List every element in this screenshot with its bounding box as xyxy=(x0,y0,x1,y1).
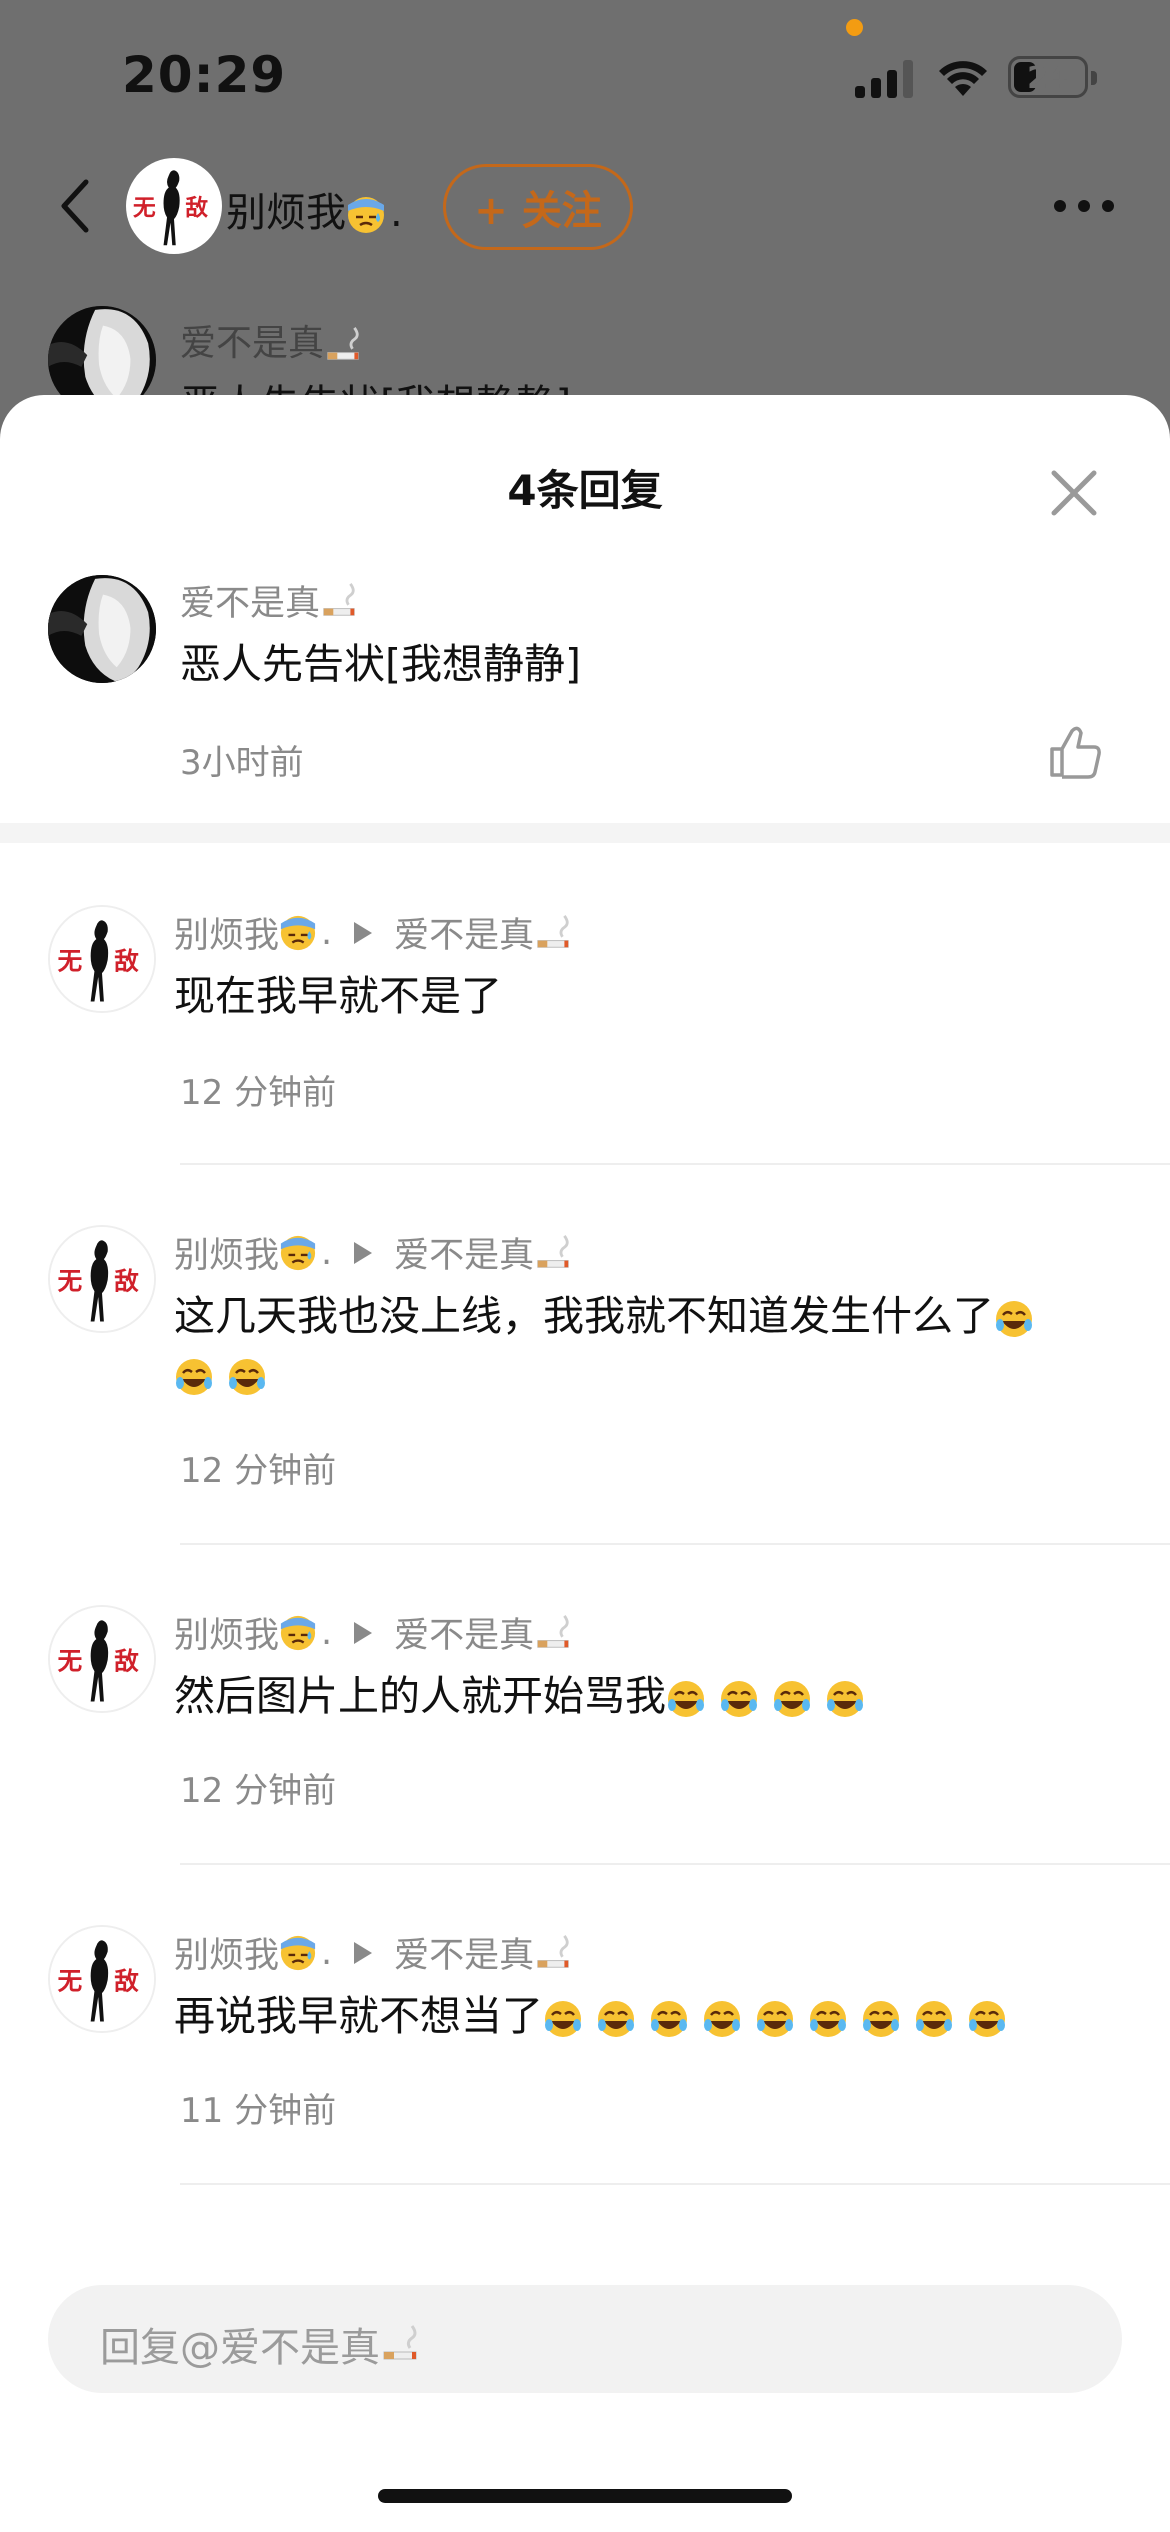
reply-from-user[interactable]: 别烦我 xyxy=(174,907,279,958)
laugh-emoji-icon xyxy=(702,1999,742,2039)
cigarette-emoji-icon xyxy=(324,326,362,364)
laugh-emoji-icon xyxy=(994,1299,1034,1339)
reply-to-user[interactable]: 爱不是真 xyxy=(394,1607,534,1658)
cigarette-emoji-icon xyxy=(380,2324,420,2364)
reply-text: 这几天我也没上线，我我就不知道发生什么了 xyxy=(174,1287,1094,1403)
back-icon[interactable] xyxy=(56,178,96,234)
parent-comment-avatar[interactable] xyxy=(48,575,156,683)
status-time: 20:29 xyxy=(122,46,287,104)
more-icon[interactable] xyxy=(1054,200,1114,214)
follow-button[interactable]: + 关注 xyxy=(443,164,633,250)
reply-arrow-icon xyxy=(354,1941,373,1964)
parent-comment-time: 3小时前 xyxy=(180,743,304,783)
section-separator xyxy=(0,823,1170,843)
laugh-emoji-icon xyxy=(967,1999,1007,2039)
reply-time: 12 分钟前 xyxy=(180,1073,337,1113)
laugh-emoji-icon xyxy=(666,1679,706,1719)
laugh-emoji-icon xyxy=(174,1357,214,1397)
reply-avatar[interactable] xyxy=(48,1605,156,1713)
laugh-emoji-icon xyxy=(543,1999,583,2039)
sweat-emoji-icon xyxy=(279,1614,317,1652)
laugh-emoji-icon xyxy=(861,1999,901,2039)
reply-avatar[interactable] xyxy=(48,905,156,1013)
reply-from-user[interactable]: 别烦我 xyxy=(174,1227,279,1278)
close-icon[interactable] xyxy=(1048,467,1100,519)
reply-arrow-icon xyxy=(354,1621,373,1644)
reply-header: 别烦我. 爱不是真 xyxy=(174,907,572,958)
battery-icon: 24 xyxy=(1008,56,1097,98)
laugh-emoji-icon xyxy=(227,1357,267,1397)
sweat-emoji-icon xyxy=(279,1934,317,1972)
reply-avatar[interactable] xyxy=(48,1225,156,1333)
cigarette-emoji-icon xyxy=(534,1614,572,1652)
reply-header: 别烦我. 爱不是真 xyxy=(174,1927,572,1978)
divider xyxy=(180,1863,1170,1865)
reply-text: 然后图片上的人就开始骂我 xyxy=(174,1667,865,1725)
cigarette-emoji-icon xyxy=(320,582,358,620)
reply-time: 12 分钟前 xyxy=(180,1771,337,1811)
laugh-emoji-icon xyxy=(825,1679,865,1719)
reply-from-user[interactable]: 别烦我 xyxy=(174,1607,279,1658)
cigarette-emoji-icon xyxy=(534,1234,572,1272)
divider xyxy=(180,1543,1170,1545)
reply-arrow-icon xyxy=(354,1241,373,1264)
reply-arrow-icon xyxy=(354,921,373,944)
laugh-emoji-icon xyxy=(719,1679,759,1719)
reply-text: 现在我早就不是了 xyxy=(174,972,502,1020)
background-page: 20:29 24 别烦我. + 关注 爱不是真 恶人先告状[我想静静] xyxy=(0,0,1170,428)
author-avatar[interactable] xyxy=(126,158,222,254)
reply-to-user[interactable]: 爱不是真 xyxy=(394,1227,534,1278)
battery-level: 24 xyxy=(1027,61,1069,96)
cellular-signal-icon xyxy=(855,58,917,98)
divider xyxy=(180,2183,1170,2185)
parent-comment-text: 恶人先告状[我想静静] xyxy=(180,640,581,688)
sweat-emoji-icon xyxy=(346,195,386,235)
laugh-emoji-icon xyxy=(808,1999,848,2039)
reply-avatar[interactable] xyxy=(48,1925,156,2033)
reply-input[interactable]: 回复@爱不是真 xyxy=(48,2285,1122,2393)
laugh-emoji-icon xyxy=(755,1999,795,2039)
reply-from-user[interactable]: 别烦我 xyxy=(174,1927,279,1978)
laugh-emoji-icon xyxy=(772,1679,812,1719)
laugh-emoji-icon xyxy=(649,1999,689,2039)
reply-text: 再说我早就不想当了 xyxy=(174,1987,1007,2045)
divider xyxy=(180,1163,1170,1165)
sweat-emoji-icon xyxy=(279,914,317,952)
cigarette-emoji-icon xyxy=(534,914,572,952)
like-icon[interactable] xyxy=(1048,725,1104,779)
reply-header: 别烦我. 爱不是真 xyxy=(174,1607,572,1658)
sheet-title: 4条回复 xyxy=(507,466,663,515)
author-name[interactable]: 别烦我. xyxy=(226,180,403,238)
parent-comment-user[interactable]: 爱不是真 xyxy=(180,575,358,626)
sweat-emoji-icon xyxy=(279,1234,317,1272)
wifi-icon xyxy=(939,61,987,96)
cigarette-emoji-icon xyxy=(534,1934,572,1972)
reply-time: 11 分钟前 xyxy=(180,2091,337,2131)
replies-sheet: 4条回复 爱不是真 恶人先告状[我想静静] 3小时前 别烦我. 爱不是真 现在我… xyxy=(0,395,1170,2532)
reply-time: 12 分钟前 xyxy=(180,1451,337,1491)
home-indicator[interactable] xyxy=(378,2489,792,2503)
reply-input-placeholder: 回复@爱不是真 xyxy=(100,2315,420,2373)
laugh-emoji-icon xyxy=(914,1999,954,2039)
laugh-emoji-icon xyxy=(596,1999,636,2039)
background-comment-user: 爱不是真 xyxy=(180,314,362,366)
reply-header: 别烦我. 爱不是真 xyxy=(174,1227,572,1278)
reply-to-user[interactable]: 爱不是真 xyxy=(394,1927,534,1978)
privacy-indicator-dot xyxy=(846,19,863,36)
reply-to-user[interactable]: 爱不是真 xyxy=(394,907,534,958)
